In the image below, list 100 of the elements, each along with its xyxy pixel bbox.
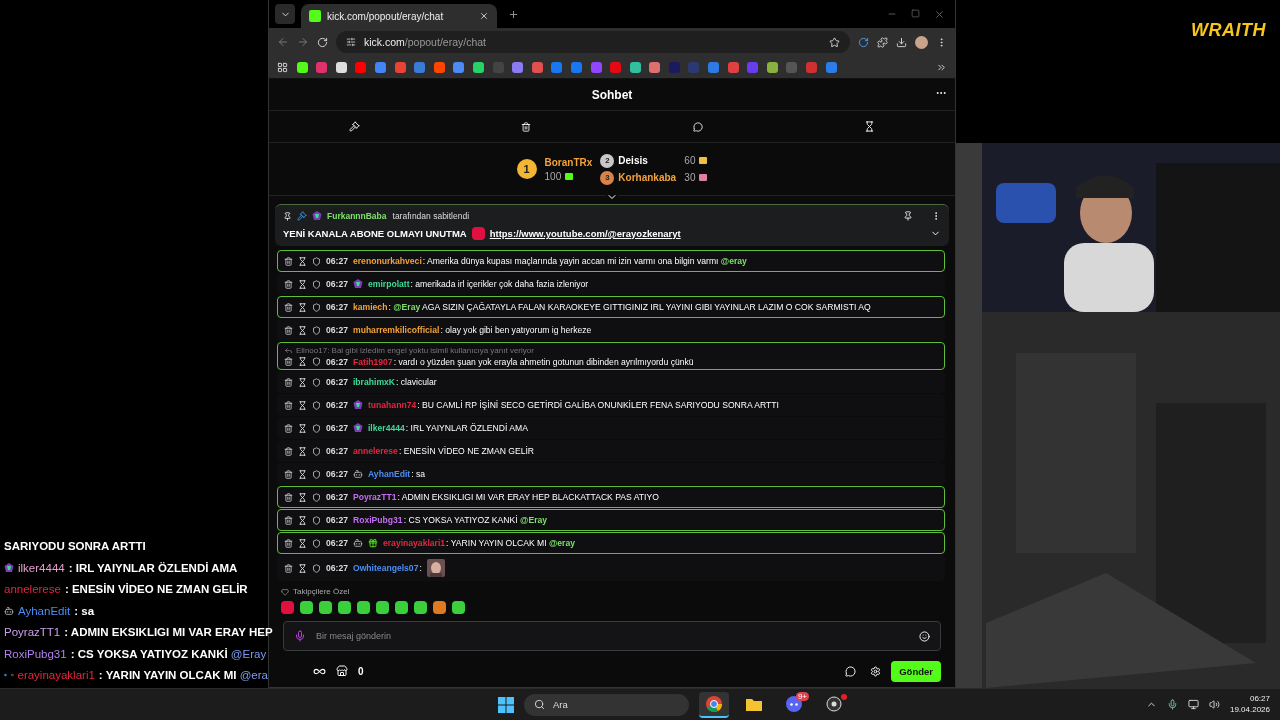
emote-icon[interactable] bbox=[414, 601, 427, 614]
send-button[interactable]: Gönder bbox=[891, 660, 941, 682]
site-settings-icon bbox=[346, 37, 356, 47]
message-text: : clavicular bbox=[396, 377, 437, 388]
clock-date: 19.04.2026 bbox=[1229, 704, 1270, 715]
chat-username[interactable]: emirpolatt bbox=[368, 279, 410, 289]
gift-icon bbox=[699, 174, 708, 181]
hourglass-icon bbox=[298, 563, 307, 573]
taskbar-app[interactable] bbox=[699, 691, 729, 718]
clock-time: 06:27 bbox=[1249, 694, 1270, 705]
bookmark-icon[interactable] bbox=[296, 61, 308, 73]
chat-username[interactable]: erayinayaklari1 bbox=[383, 538, 446, 549]
trash-icon bbox=[284, 377, 293, 387]
taskbar-app[interactable]: 9+ bbox=[779, 691, 809, 718]
emote-icon[interactable] bbox=[376, 601, 389, 614]
bookmark-icon[interactable] bbox=[512, 61, 524, 73]
message-text: : ENESİN VİDEO NE ZMAN GELİR bbox=[398, 446, 535, 457]
overlay-message: : IRL YAIYNLAR ÖZLENDİ AMA bbox=[68, 561, 238, 574]
extensions-icon bbox=[877, 36, 888, 48]
address-field[interactable]: kick.com/popout/eray/chat bbox=[336, 31, 850, 53]
hourglass-icon bbox=[298, 423, 307, 433]
message-text: : vardı o yüzden şuan yok erayla ahmetin gotunun dibinden ayrılmıyordu çünkü bbox=[393, 356, 694, 367]
emote-icon[interactable] bbox=[433, 601, 446, 614]
emote-icon[interactable] bbox=[357, 601, 370, 614]
overlay-username: annelerese bbox=[4, 583, 61, 596]
bookmark-icon[interactable] bbox=[649, 61, 661, 73]
hourglass-icon bbox=[863, 121, 875, 132]
emote-icon[interactable] bbox=[395, 601, 408, 614]
bookmark-icon[interactable] bbox=[453, 61, 465, 73]
chat-username[interactable]: Fatih1907 bbox=[353, 356, 393, 367]
emote-icon[interactable] bbox=[281, 601, 294, 614]
chat-username[interactable]: tunahann74 bbox=[368, 400, 417, 411]
message-time: 06:27 bbox=[326, 400, 348, 411]
message-time: 06:27 bbox=[326, 377, 348, 388]
taskbar-search[interactable]: Ara bbox=[524, 693, 689, 716]
bookmark-icon[interactable] bbox=[335, 61, 347, 73]
shield-icon bbox=[312, 256, 321, 266]
browser-tab[interactable]: kick.com/popout/eray/chat bbox=[301, 4, 497, 28]
message-text: : @Eray AGA SIZIN ÇAĞATAYLA FALAN KARAOKEYE GITTIGINIZ IRL YAYINI GIBI YAYINLAR LAZIM O COK SARMISTI AQ bbox=[388, 302, 871, 312]
chat-username[interactable]: muharremkilicofficial bbox=[353, 325, 440, 335]
overlay-message: : CS YOKSA YATIYOZ KANKİ @Eray bbox=[70, 647, 267, 660]
trash-icon bbox=[284, 446, 293, 456]
chat-username[interactable]: AyhanEdit bbox=[368, 469, 411, 480]
reply-icon bbox=[284, 345, 293, 355]
emote-icon[interactable] bbox=[319, 601, 332, 614]
moderator-icon bbox=[297, 211, 307, 221]
hourglass-icon bbox=[298, 400, 307, 410]
heart-icon bbox=[281, 587, 289, 596]
message-time: 06:27 bbox=[326, 256, 348, 266]
chat-username[interactable]: PoyrazTT1 bbox=[353, 492, 397, 503]
message-text: : amerikada irl içerikler çok daha fazia izleniyor bbox=[410, 279, 589, 289]
shield-icon bbox=[312, 446, 321, 456]
shield-icon bbox=[312, 492, 321, 502]
settings-icon bbox=[870, 665, 882, 677]
microphone-icon bbox=[1166, 699, 1178, 710]
overlay-message: SARIYODU SONRA ARTTI bbox=[4, 540, 146, 553]
folder-icon bbox=[746, 696, 762, 711]
star-icon bbox=[829, 36, 840, 48]
emote-icon[interactable] bbox=[300, 601, 313, 614]
bookmark-icon[interactable] bbox=[766, 61, 778, 73]
shield-icon bbox=[312, 563, 321, 573]
chat-username[interactable]: ibrahimxK bbox=[353, 377, 395, 388]
start-icon[interactable] bbox=[498, 696, 514, 713]
back-icon bbox=[277, 36, 289, 48]
tab-list-button[interactable] bbox=[275, 4, 295, 24]
trash-icon bbox=[284, 515, 293, 525]
chat-username[interactable]: RoxiPubg31 bbox=[353, 515, 403, 526]
chat-username[interactable]: annelerese bbox=[353, 446, 398, 457]
trash-icon bbox=[284, 279, 293, 289]
chat-username[interactable]: erenonurkahveci bbox=[353, 256, 422, 266]
message-time: 06:27 bbox=[326, 469, 348, 480]
message-time: 06:27 bbox=[326, 538, 348, 549]
trash-icon bbox=[284, 469, 293, 479]
gift-icon bbox=[699, 157, 708, 164]
gift-icon bbox=[368, 538, 378, 549]
gifter-name: Deisis bbox=[618, 155, 649, 166]
pinned-link[interactable]: https://www.youtube.com/@erayozkenaryt bbox=[489, 228, 681, 239]
message-bar[interactable]: Bir mesaj gönderin bbox=[283, 621, 941, 651]
hourglass-icon bbox=[298, 357, 307, 367]
trash-icon bbox=[284, 400, 293, 410]
pin-icon bbox=[903, 211, 913, 221]
chat-username[interactable]: ilker4444 bbox=[368, 423, 405, 434]
chat-username[interactable]: kamiech bbox=[353, 302, 388, 312]
gem-icon bbox=[312, 211, 322, 221]
notification-badge: 9+ bbox=[795, 691, 809, 701]
emote-icon[interactable] bbox=[338, 601, 351, 614]
profile-avatar[interactable] bbox=[915, 35, 928, 49]
extension-icon bbox=[858, 36, 869, 48]
message-field[interactable]: Bir mesaj gönderin bbox=[314, 630, 911, 642]
trash-icon bbox=[284, 492, 293, 502]
emote-icon[interactable] bbox=[452, 601, 465, 614]
bookmark-icon[interactable] bbox=[629, 61, 641, 73]
message-time: 06:27 bbox=[326, 356, 348, 367]
pinned-text: YENİ KANALA ABONE OLMAYI UNUTMA bbox=[283, 228, 467, 239]
chat-username[interactable]: Owhiteangels07 bbox=[353, 563, 419, 574]
hourglass-icon bbox=[298, 538, 307, 548]
maximize-icon bbox=[911, 8, 920, 18]
bookmark-icon[interactable] bbox=[472, 61, 484, 73]
forward-icon bbox=[297, 36, 309, 48]
browser-icon bbox=[706, 695, 722, 712]
